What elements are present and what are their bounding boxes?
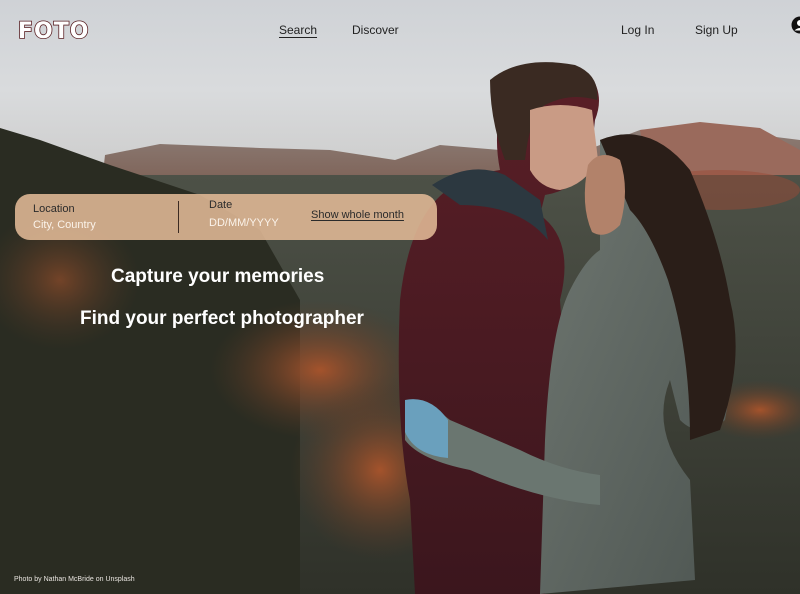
- photo-credit: Photo by Nathan McBride on Unsplash: [14, 576, 135, 583]
- signup-link[interactable]: Sign Up: [695, 23, 738, 37]
- show-whole-month-link[interactable]: Show whole month: [311, 209, 404, 221]
- location-input[interactable]: [33, 219, 173, 231]
- hero-background: [0, 0, 800, 594]
- search-bar: Location Date Show whole month: [15, 194, 437, 240]
- location-label: Location: [33, 203, 75, 215]
- user-icon[interactable]: [791, 16, 800, 34]
- hero-photo: [0, 62, 800, 594]
- nav-discover-link[interactable]: Discover: [352, 23, 399, 37]
- hero-tagline-secondary: Find your perfect photographer: [80, 308, 364, 329]
- logo[interactable]: FOTO: [17, 18, 89, 45]
- nav-search-link[interactable]: Search: [279, 23, 317, 37]
- search-divider: [178, 201, 179, 233]
- date-label: Date: [209, 199, 233, 211]
- hero-tagline-primary: Capture your memories: [111, 266, 325, 287]
- date-input[interactable]: [209, 217, 309, 229]
- login-link[interactable]: Log In: [621, 23, 654, 37]
